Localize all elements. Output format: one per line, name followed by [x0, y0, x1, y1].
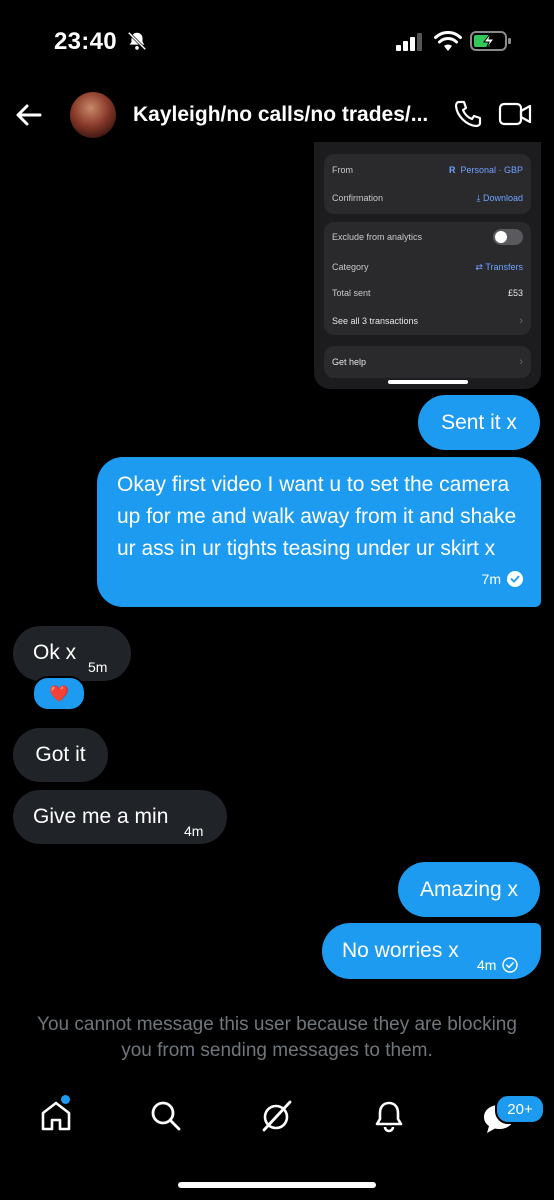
message-text: Sent it x: [441, 410, 517, 434]
category-label: Category: [332, 262, 369, 272]
exclude-row: Exclude from analytics: [332, 226, 523, 248]
shared-image-card[interactable]: From R Personal · GBP Confirmation ⤓ Down…: [314, 142, 541, 389]
chevron-right-icon: ›: [519, 315, 523, 327]
total-value: £53: [507, 288, 523, 298]
transfer-arrows-icon: ⇄: [475, 261, 486, 272]
total-row: Total sent £53: [332, 282, 523, 304]
transfer-settings-group: Exclude from analytics Category ⇄ Transf…: [324, 222, 531, 335]
help-label: Get help: [332, 357, 367, 367]
search-icon[interactable]: [148, 1098, 184, 1134]
messages-count-badge: 20+: [495, 1094, 545, 1124]
category-value: Transfers: [485, 261, 523, 272]
bell-muted-icon: [127, 31, 147, 51]
see-all-row: See all 3 transactions ›: [332, 310, 523, 332]
confirmation-label: Confirmation: [332, 193, 384, 203]
from-row: From R Personal · GBP: [332, 159, 523, 181]
home-icon[interactable]: [38, 1098, 74, 1134]
chevron-right-icon: ›: [519, 356, 523, 368]
signal-icon: [396, 33, 422, 51]
message-time: 4m: [477, 957, 497, 973]
help-row: Get help ›: [332, 351, 523, 373]
confirmation-row: Confirmation ⤓ Download: [332, 187, 523, 209]
message-time: 4m: [184, 823, 204, 839]
phone-call-icon[interactable]: [452, 98, 484, 130]
heart-icon: ❤️: [49, 685, 69, 703]
category-row: Category ⇄ Transfers: [332, 256, 523, 278]
total-label: Total sent: [332, 288, 371, 298]
home-indicator: [178, 1182, 376, 1188]
chat-title[interactable]: Kayleigh/no calls/no trades/...: [133, 103, 428, 127]
message-bubble-outgoing[interactable]: No worries x 4m: [322, 923, 541, 979]
message-text: Amazing x: [419, 877, 519, 901]
message-bubble-outgoing[interactable]: Amazing x: [398, 862, 540, 917]
notifications-bell-icon[interactable]: [371, 1098, 407, 1134]
grok-icon[interactable]: [259, 1098, 295, 1134]
transfer-details-group: From R Personal · GBP Confirmation ⤓ Down…: [324, 154, 531, 214]
message-bubble-outgoing[interactable]: Sent it x: [418, 395, 540, 450]
blocked-notice: You cannot message this user because the…: [37, 1014, 517, 1061]
message-bubble-incoming[interactable]: Ok x 5m: [13, 626, 131, 681]
heart-reaction[interactable]: ❤️: [32, 676, 86, 711]
confirmation-value: Download: [482, 192, 523, 203]
exclude-toggle: [493, 229, 523, 245]
notification-dot: [61, 1095, 70, 1104]
message-text: Give me a min: [33, 805, 169, 828]
back-arrow-icon[interactable]: [14, 100, 44, 130]
message-bubble-incoming[interactable]: Give me a min 4m: [13, 790, 227, 844]
wifi-icon: [434, 31, 462, 51]
read-check-icon: [507, 571, 523, 587]
see-all-label: See all 3 transactions: [332, 316, 419, 326]
sent-check-icon: [502, 957, 519, 973]
exclude-label: Exclude from analytics: [332, 232, 423, 242]
message-text: Ok x: [33, 641, 77, 664]
message-text: Got it: [35, 743, 86, 766]
from-value: Personal · GBP: [460, 165, 523, 175]
bank-logo-icon: R: [448, 165, 456, 175]
message-time: 7m: [481, 571, 501, 587]
video-call-icon[interactable]: [498, 100, 532, 128]
message-bubble-incoming[interactable]: Got it: [13, 728, 108, 782]
message-time: 5m: [88, 659, 108, 675]
message-bubble-outgoing[interactable]: Okay first video I want u to set the cam…: [97, 457, 541, 607]
message-text: Okay first video I want u to set the cam…: [117, 473, 517, 560]
status-time: 23:40: [54, 28, 117, 55]
from-label: From: [332, 165, 353, 175]
card-home-indicator: [388, 380, 468, 384]
message-text: No worries x: [342, 939, 459, 962]
battery-charging-icon: [470, 31, 511, 51]
avatar[interactable]: [70, 92, 116, 138]
help-group: Get help ›: [324, 346, 531, 378]
